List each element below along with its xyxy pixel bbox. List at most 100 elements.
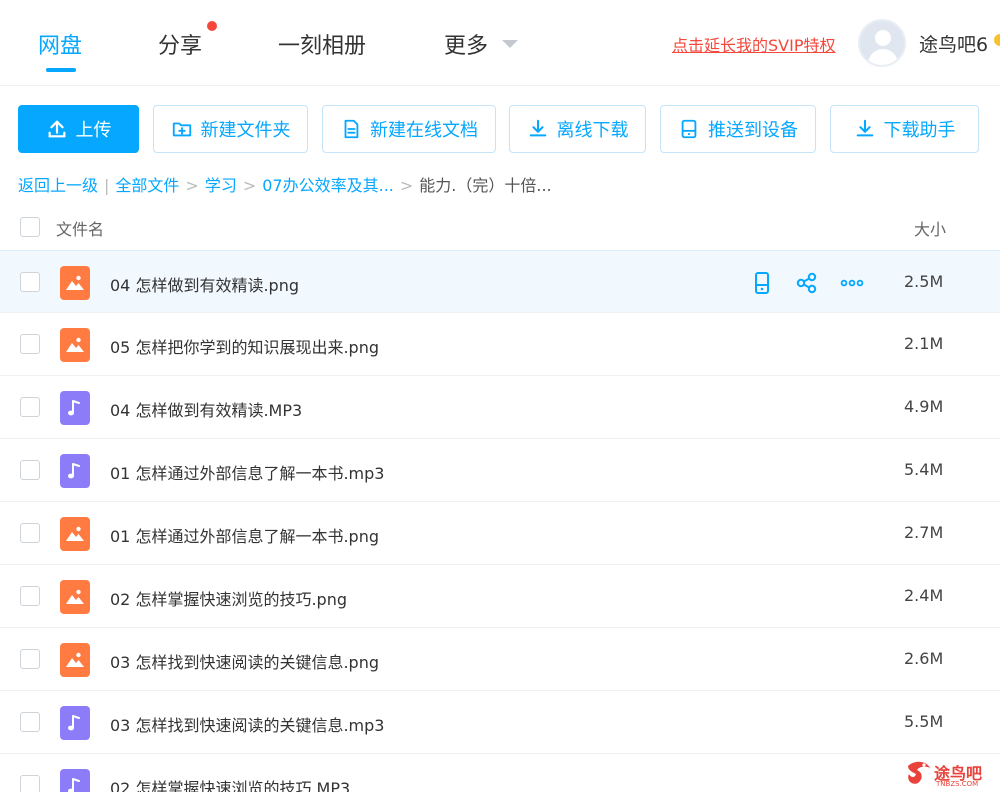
device-icon xyxy=(681,119,697,139)
file-list: 04 怎样做到有效精读.png 2.5M 05 怎样把你学到的知识展现出来.pn… xyxy=(0,250,1000,792)
push-to-device-label: 推送到设备 xyxy=(708,120,798,141)
column-header-size[interactable]: 大小 xyxy=(914,216,946,240)
download-assistant-label: 下载助手 xyxy=(883,120,956,141)
row-checkbox[interactable] xyxy=(20,397,40,417)
file-size: 2.4M xyxy=(904,586,944,605)
column-header-name[interactable]: 文件名 xyxy=(56,216,104,240)
audio-file-icon xyxy=(60,706,90,740)
upload-icon xyxy=(48,120,65,138)
select-all-checkbox[interactable] xyxy=(20,217,40,237)
offline-download-button[interactable]: 离线下载 xyxy=(509,105,646,153)
image-file-icon xyxy=(60,328,90,362)
breadcrumb-separator: > xyxy=(399,176,414,195)
upload-label: 上传 xyxy=(75,120,112,141)
breadcrumb-current: 能力.（完）十倍... xyxy=(419,176,552,195)
file-size: 2.6M xyxy=(904,649,944,668)
push-to-device-icon[interactable] xyxy=(748,269,776,297)
picture-glyph-icon xyxy=(66,652,84,667)
breadcrumb-level-1[interactable]: 学习 xyxy=(205,172,237,196)
download-assistant-button[interactable]: 下载助手 xyxy=(830,105,979,153)
vip-badge-icon xyxy=(994,34,1000,46)
file-name[interactable]: 05 怎样把你学到的知识展现出来.png xyxy=(110,334,379,358)
row-checkbox[interactable] xyxy=(20,460,40,480)
picture-glyph-icon xyxy=(66,526,84,541)
nav-tab-share[interactable]: 分享 xyxy=(158,28,202,60)
share-icon[interactable] xyxy=(793,269,821,297)
upload-button[interactable]: 上传 xyxy=(18,105,139,153)
bird-logo-icon xyxy=(908,761,930,784)
picture-glyph-icon xyxy=(66,337,84,352)
music-note-icon xyxy=(68,778,80,792)
image-file-icon xyxy=(60,266,90,300)
row-checkbox[interactable] xyxy=(20,586,40,606)
new-online-doc-button[interactable]: 新建在线文档 xyxy=(322,105,496,153)
picture-glyph-icon xyxy=(66,275,84,290)
nav-tab-more[interactable]: 更多 xyxy=(444,28,488,60)
row-checkbox[interactable] xyxy=(20,334,40,354)
row-actions xyxy=(748,269,868,297)
avatar-head-shape xyxy=(875,30,891,46)
row-checkbox[interactable] xyxy=(20,649,40,669)
breadcrumb-separator: > xyxy=(185,176,199,195)
new-folder-label: 新建文件夹 xyxy=(200,120,291,141)
file-row[interactable]: 02 怎样掌握快速浏览的技巧.MP3 xyxy=(0,754,1000,792)
breadcrumb-level-2[interactable]: 07办公效率及其... xyxy=(262,172,394,196)
chevron-down-icon[interactable] xyxy=(502,40,518,48)
new-online-doc-label: 新建在线文档 xyxy=(370,120,478,141)
file-size: 5.5M xyxy=(904,712,944,731)
top-nav-bar: 网盘 分享 一刻相册 更多 点击延长我的SVIP特权 途鸟吧6 xyxy=(0,0,1000,86)
watermark-logo: 途鸟吧 TNBZS.COM xyxy=(902,754,998,792)
document-icon xyxy=(344,119,359,139)
new-folder-icon xyxy=(172,122,191,137)
file-list-header: 文件名 大小 xyxy=(0,204,1000,250)
row-checkbox[interactable] xyxy=(20,523,40,543)
audio-file-icon xyxy=(60,769,90,792)
svip-renew-link[interactable]: 点击延长我的SVIP特权 xyxy=(672,32,835,56)
file-name[interactable]: 04 怎样做到有效精读.png xyxy=(110,272,299,296)
file-size: 4.9M xyxy=(904,397,944,416)
watermark-subtext: TNBZS.COM xyxy=(936,780,979,788)
file-row[interactable]: 03 怎样找到快速阅读的关键信息.mp3 5.5M xyxy=(0,691,1000,754)
notification-dot xyxy=(207,21,217,31)
image-file-icon xyxy=(60,517,90,551)
active-tab-indicator xyxy=(46,68,76,72)
file-row[interactable]: 01 怎样通过外部信息了解一本书.png 2.7M xyxy=(0,502,1000,565)
file-name[interactable]: 03 怎样找到快速阅读的关键信息.mp3 xyxy=(110,712,384,736)
avatar[interactable] xyxy=(858,19,906,67)
file-row[interactable]: 02 怎样掌握快速浏览的技巧.png 2.4M xyxy=(0,565,1000,628)
file-name[interactable]: 02 怎样掌握快速浏览的技巧.png xyxy=(110,586,347,610)
username[interactable]: 途鸟吧6 xyxy=(919,30,988,57)
row-checkbox[interactable] xyxy=(20,712,40,732)
push-to-device-button[interactable]: 推送到设备 xyxy=(660,105,816,153)
file-row[interactable]: 05 怎样把你学到的知识展现出来.png 2.1M xyxy=(0,313,1000,376)
nav-tab-netdisk[interactable]: 网盘 xyxy=(38,28,82,60)
breadcrumb: 返回上一级 | 全部文件 > 学习 >07办公效率及其... > 能力.（完）十倍... xyxy=(18,172,552,196)
more-options-icon[interactable] xyxy=(838,269,866,297)
breadcrumb-all-files[interactable]: 全部文件 xyxy=(115,172,179,196)
row-checkbox[interactable] xyxy=(20,775,40,792)
file-row[interactable]: 04 怎样做到有效精读.png 2.5M xyxy=(0,250,1000,313)
avatar-body-shape xyxy=(868,49,898,65)
file-name[interactable]: 04 怎样做到有效精读.MP3 xyxy=(110,397,302,421)
breadcrumb-back-link[interactable]: 返回上一级 xyxy=(18,172,98,196)
file-name[interactable]: 03 怎样找到快速阅读的关键信息.png xyxy=(110,649,379,673)
file-name[interactable]: 01 怎样通过外部信息了解一本书.png xyxy=(110,523,379,547)
file-size: 2.1M xyxy=(904,334,944,353)
file-name[interactable]: 02 怎样掌握快速浏览的技巧.MP3 xyxy=(110,775,350,792)
new-folder-button[interactable]: 新建文件夹 xyxy=(153,105,308,153)
file-size: 5.4M xyxy=(904,460,944,479)
file-size: 2.7M xyxy=(904,523,944,542)
music-note-icon xyxy=(68,715,80,731)
music-note-icon xyxy=(68,400,80,416)
offline-download-label: 离线下载 xyxy=(556,120,629,141)
audio-file-icon xyxy=(60,454,90,488)
row-checkbox[interactable] xyxy=(20,272,40,292)
image-file-icon xyxy=(60,643,90,677)
file-row[interactable]: 04 怎样做到有效精读.MP3 4.9M xyxy=(0,376,1000,439)
file-name[interactable]: 01 怎样通过外部信息了解一本书.mp3 xyxy=(110,460,384,484)
music-note-icon xyxy=(68,463,80,479)
nav-tab-album[interactable]: 一刻相册 xyxy=(278,28,366,60)
file-row[interactable]: 01 怎样通过外部信息了解一本书.mp3 5.4M xyxy=(0,439,1000,502)
file-row[interactable]: 03 怎样找到快速阅读的关键信息.png 2.6M xyxy=(0,628,1000,691)
image-file-icon xyxy=(60,580,90,614)
